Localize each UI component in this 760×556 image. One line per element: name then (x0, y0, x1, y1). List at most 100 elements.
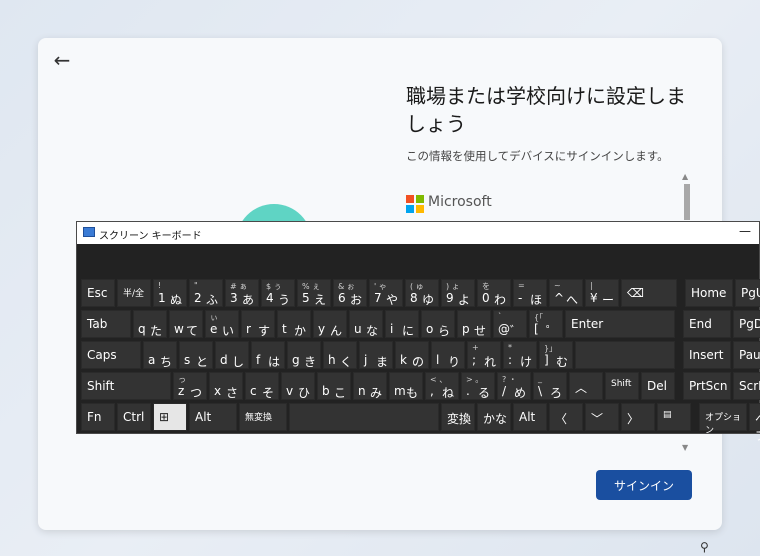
key-bksp[interactable]: ⌫ (621, 279, 677, 307)
key-label: PrtScn (689, 379, 728, 393)
key-win[interactable]: ⊞ (153, 403, 187, 431)
key-end[interactable]: End (683, 310, 731, 338)
key-fn[interactable]: Fn (81, 403, 115, 431)
key-pgup[interactable]: PgUp (735, 279, 760, 307)
key-label: End (689, 317, 712, 331)
key-muhenkan[interactable]: 無変換 (239, 403, 287, 431)
key-right[interactable]: 〉 (621, 403, 655, 431)
key-u[interactable]: uな (349, 310, 383, 338)
back-arrow-icon[interactable]: ← (48, 46, 76, 74)
key-y[interactable]: yん (313, 310, 347, 338)
key-m[interactable]: mも (389, 372, 423, 400)
key-lshift[interactable]: Shift (81, 372, 171, 400)
key-1[interactable]: ! 1 ぬ (153, 279, 187, 307)
key-comma[interactable]: < 、, ね (425, 372, 459, 400)
key-b[interactable]: bこ (317, 372, 351, 400)
key-backslash[interactable]: _ \ ろ (533, 372, 567, 400)
key-lbracket[interactable]: {「[゜ (529, 310, 563, 338)
scroll-up-icon[interactable]: ▲ (682, 172, 688, 181)
key-e[interactable]: ぃeい (205, 310, 239, 338)
key-del[interactable]: Del (641, 372, 675, 400)
key-menu[interactable]: ▤ (657, 403, 691, 431)
scroll-down-icon[interactable]: ▼ (682, 443, 688, 452)
key-l[interactable]: lり (431, 341, 465, 369)
key-options[interactable]: オプション (699, 403, 747, 436)
key-0[interactable]: を0わ (477, 279, 511, 307)
key-c[interactable]: cそ (245, 372, 279, 400)
key-n[interactable]: nみ (353, 372, 387, 400)
key-main-label: o (426, 322, 434, 336)
key-ralt[interactable]: Alt (513, 403, 547, 431)
key-main-label: l (436, 353, 440, 367)
key-g[interactable]: gき (287, 341, 321, 369)
key-d[interactable]: dし (215, 341, 249, 369)
key-a[interactable]: aち (143, 341, 177, 369)
key-ctrl[interactable]: Ctrl (117, 403, 151, 431)
key-r[interactable]: rす (241, 310, 275, 338)
key-i[interactable]: iに (385, 310, 419, 338)
key-2[interactable]: " 2 ふ (189, 279, 223, 307)
key-tab[interactable]: Tab (81, 310, 131, 338)
key-up[interactable]: ︿ (569, 372, 603, 400)
key-caret[interactable]: ~ ^ へ (549, 279, 583, 307)
key-j[interactable]: jま (359, 341, 393, 369)
key-enter2[interactable] (575, 341, 675, 369)
key-main-label: [ (534, 322, 539, 336)
key-down[interactable]: ﹀ (585, 403, 619, 431)
key-p[interactable]: pせ (457, 310, 491, 338)
key-home[interactable]: Home (685, 279, 733, 307)
key-q[interactable]: qた (133, 310, 167, 338)
key-at[interactable]: ` @ ゛ (493, 310, 527, 338)
key-3[interactable]: # ぁ3あ (225, 279, 259, 307)
key-left[interactable]: 〈 (549, 403, 583, 431)
key-yen[interactable]: | ¥ ー (585, 279, 619, 307)
key-t[interactable]: tか (277, 310, 311, 338)
key-semicolon[interactable]: +; れ (467, 341, 501, 369)
key-kana[interactable]: かな (477, 403, 511, 431)
key-enter[interactable]: Enter (565, 310, 675, 338)
key-h[interactable]: hく (323, 341, 357, 369)
key-kana-label: て (186, 324, 199, 338)
key-4[interactable]: $ ぅ4う (261, 279, 295, 307)
key-insert[interactable]: Insert (683, 341, 731, 369)
key-rbracket[interactable]: }」] む (539, 341, 573, 369)
key-rshift[interactable]: Shift (605, 372, 639, 400)
key-pgdn[interactable]: PgDn (733, 310, 760, 338)
key-8[interactable]: ( ゅ8ゆ (405, 279, 439, 307)
scroll-thumb[interactable] (684, 184, 690, 220)
key-s[interactable]: sと (179, 341, 213, 369)
key-henkan[interactable]: 変換 (441, 403, 475, 431)
key-minus[interactable]: = - ほ (513, 279, 547, 307)
key-kana-label: み (370, 386, 383, 400)
key-pause[interactable]: Pause (733, 341, 760, 369)
key-v[interactable]: vひ (281, 372, 315, 400)
key-slash[interactable]: ? ・ / め (497, 372, 531, 400)
key-z[interactable]: っzつ (173, 372, 207, 400)
key-alt[interactable]: Alt (189, 403, 237, 431)
key-esc[interactable]: Esc (81, 279, 115, 307)
key-7[interactable]: ' ゃ7や (369, 279, 403, 307)
key-5[interactable]: % ぇ5え (297, 279, 331, 307)
key-k[interactable]: kの (395, 341, 429, 369)
key-colon[interactable]: *: け (503, 341, 537, 369)
key-o[interactable]: oら (421, 310, 455, 338)
key-help[interactable]: ヘルプ (749, 403, 760, 443)
key-main-label: g (292, 353, 300, 367)
key-f[interactable]: fは (251, 341, 285, 369)
key-caps[interactable]: Caps (81, 341, 141, 369)
accessibility-icon[interactable]: ⚲ (700, 540, 709, 554)
key-scrlk[interactable]: ScrLk (733, 372, 760, 400)
key-9[interactable]: ) ょ9よ (441, 279, 475, 307)
key-space[interactable] (289, 403, 439, 431)
key-x[interactable]: xさ (209, 372, 243, 400)
on-screen-keyboard: スクリーン キーボード — Esc 半/全! 1 ぬ " 2 ふ # ぁ 3 あ $ ぅ 4 う% ぇ5… (76, 221, 760, 443)
signin-button[interactable]: サインイン (596, 470, 692, 500)
key-6[interactable]: & ぉ6お (333, 279, 367, 307)
key-w[interactable]: wて (169, 310, 203, 338)
key-period[interactable]: > 。. る (461, 372, 495, 400)
minimize-button[interactable]: — (739, 224, 751, 238)
key-hankaku[interactable]: 半/全 (117, 279, 151, 307)
key-prtscn[interactable]: PrtScn (683, 372, 731, 400)
key-main-label: z (178, 384, 185, 398)
brand-name: Microsoft (428, 194, 492, 210)
